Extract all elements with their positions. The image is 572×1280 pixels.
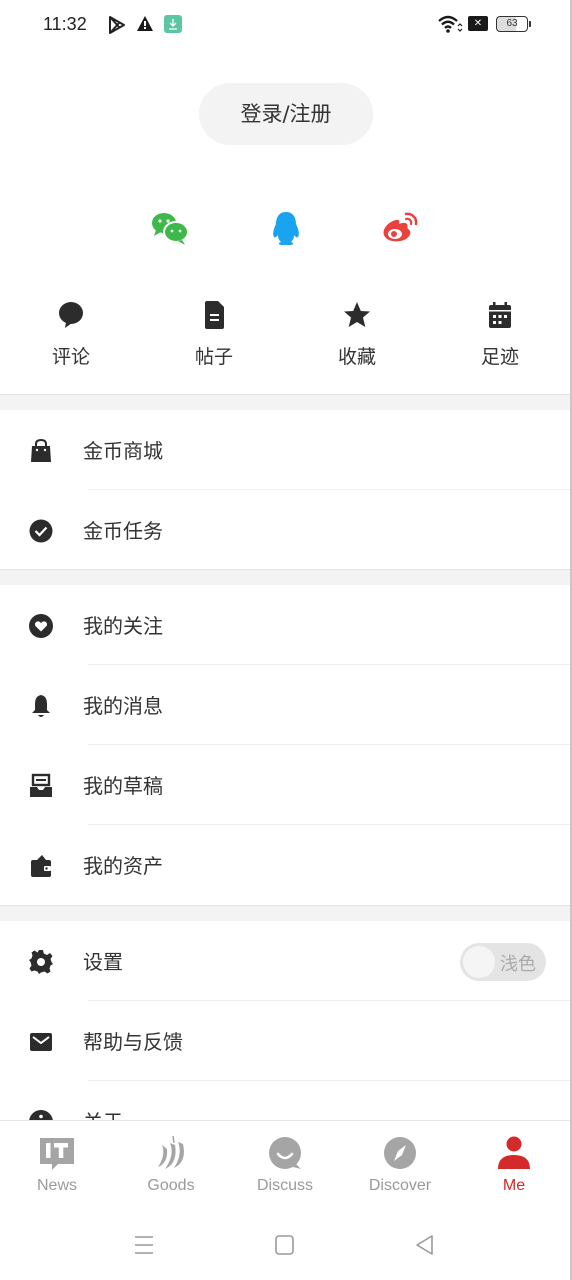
calendar-icon (489, 302, 511, 328)
menu-item-label: 我的消息 (83, 694, 163, 718)
menu-item-label: 帮助与反馈 (83, 1030, 183, 1054)
section-gap (0, 394, 572, 410)
quick-label: 评论 (51, 346, 90, 368)
tab-label: News (36, 1177, 77, 1194)
tab-discuss[interactable]: Discuss (240, 1135, 330, 1195)
no-sim-icon: ✕ (468, 16, 488, 31)
comment-icon (59, 302, 83, 328)
tab-me[interactable]: Me (469, 1135, 559, 1195)
compass-icon (384, 1137, 416, 1169)
menu-item-label: 金币商城 (83, 439, 163, 463)
heart-circle-icon (29, 614, 53, 638)
play-store-icon (109, 16, 125, 34)
tab-label: Me (502, 1177, 526, 1194)
status-bar: 11:32 ✕ 63 (0, 0, 572, 50)
back-icon[interactable] (414, 1233, 436, 1257)
wallet-icon (31, 855, 51, 877)
quick-history[interactable]: 足迹 (460, 300, 540, 369)
wechat-login-button[interactable] (150, 210, 190, 246)
toggle-knob (463, 946, 495, 978)
menu-item-my-follows[interactable]: 我的关注 (0, 585, 572, 665)
weibo-login-button[interactable] (380, 210, 420, 246)
bell-icon (32, 695, 50, 717)
battery-icon: 63 (496, 16, 531, 32)
wechat-icon (152, 213, 189, 245)
quick-label: 收藏 (337, 346, 376, 368)
menu-item-label: 金币任务 (83, 519, 163, 543)
warning-icon (137, 16, 153, 31)
status-time: 11:32 (43, 14, 87, 34)
mail-icon (30, 1033, 52, 1051)
inbox-icon (30, 773, 52, 797)
menu-item-my-assets[interactable]: 我的资产 (0, 825, 572, 905)
menu-item-my-messages[interactable]: 我的消息 (0, 665, 572, 745)
menu-item-label: 我的关注 (83, 614, 163, 638)
quick-favorites[interactable]: 收藏 (317, 300, 397, 369)
tab-label: Discover (368, 1177, 432, 1194)
section-gap (0, 569, 572, 585)
qq-icon (273, 212, 299, 245)
menu-item-settings[interactable]: 设置 浅色 (0, 921, 572, 1001)
tab-label: Goods (147, 1177, 195, 1194)
check-circle-icon (29, 519, 53, 543)
chat-smile-icon (269, 1137, 301, 1169)
star-icon (344, 302, 370, 327)
weibo-icon (383, 212, 418, 242)
recent-apps-icon[interactable] (133, 1233, 155, 1257)
toggle-label: 浅色 (500, 954, 536, 975)
qq-login-button[interactable] (268, 210, 308, 246)
document-icon (205, 301, 224, 329)
chili-icon (158, 1135, 184, 1169)
gear-icon (29, 950, 53, 974)
menu-item-coin-tasks[interactable]: 金币任务 (0, 490, 572, 570)
tab-discover[interactable]: Discover (355, 1135, 445, 1195)
menu-item-my-drafts[interactable]: 我的草稿 (0, 745, 572, 825)
menu-item-label: 我的资产 (83, 854, 163, 878)
person-icon (498, 1136, 530, 1169)
quick-label: 足迹 (480, 346, 519, 368)
shopping-bag-icon (31, 438, 51, 462)
tab-news[interactable]: News (12, 1135, 102, 1195)
menu-item-help-feedback[interactable]: 帮助与反馈 (0, 1001, 572, 1081)
tab-label: Discuss (256, 1177, 313, 1194)
home-icon[interactable] (274, 1233, 296, 1257)
download-icon (164, 15, 182, 33)
section-gap (0, 905, 572, 921)
menu-item-label: 设置 (83, 950, 123, 974)
login-register-button[interactable]: 登录/注册 (199, 83, 373, 145)
menu-item-coin-mall[interactable]: 金币商城 (0, 410, 572, 490)
it-news-icon (40, 1138, 74, 1170)
quick-comments[interactable]: 评论 (31, 300, 111, 369)
tab-goods[interactable]: Goods (126, 1135, 216, 1195)
theme-toggle[interactable]: 浅色 (460, 943, 546, 981)
system-navigation-bar (0, 1210, 572, 1280)
quick-label: 帖子 (194, 346, 233, 368)
bottom-tab-bar: News Goods Discuss Discover Me (0, 1120, 572, 1210)
quick-posts[interactable]: 帖子 (174, 300, 254, 369)
wifi-icon (438, 15, 463, 33)
menu-item-label: 我的草稿 (83, 774, 163, 798)
